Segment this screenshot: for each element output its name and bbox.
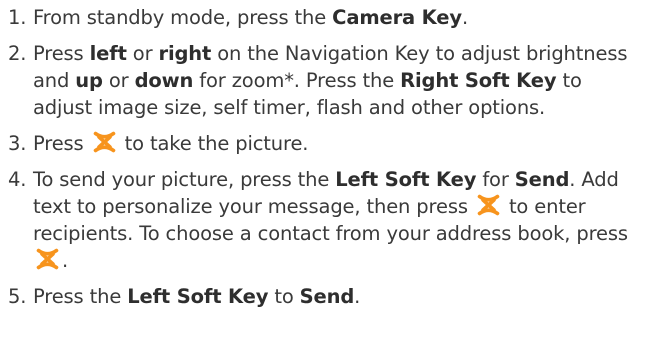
step-text: to take the picture. (118, 132, 309, 155)
step-text: for (476, 168, 515, 191)
step-number: 3. (8, 132, 27, 155)
ok-key-icon (93, 131, 116, 153)
step-3: 3. Press to take the picture. (8, 130, 646, 157)
step-text: Press (33, 132, 90, 155)
step-text: Press (33, 42, 90, 65)
step-number: 4. (8, 168, 27, 191)
step-2: 2. Press left or right on the Navigation… (8, 40, 646, 121)
key-direction: down (134, 69, 194, 92)
step-4: 4. To send your picture, press the Left … (8, 166, 646, 274)
step-number: 2. (8, 42, 27, 65)
action-name: Send (514, 168, 570, 191)
key-direction: up (75, 69, 103, 92)
step-text: . (354, 285, 361, 308)
step-number: 1. (8, 6, 27, 29)
step-text: Press the (33, 285, 128, 308)
key-name: Left Soft Key (127, 285, 269, 308)
key-name: Right Soft Key (400, 69, 557, 92)
step-text: to (268, 285, 300, 308)
step-text: or (126, 42, 159, 65)
step-text: for zoom*. Press the (193, 69, 401, 92)
action-name: Send (299, 285, 355, 308)
step-text: . (62, 249, 69, 272)
step-text: To send your picture, press the (33, 168, 336, 191)
key-direction: left (89, 42, 127, 65)
step-number: 5. (8, 285, 27, 308)
key-name: Left Soft Key (335, 168, 477, 191)
step-1: 1. From standby mode, press the Camera K… (8, 4, 646, 31)
step-5: 5. Press the Left Soft Key to Send. (8, 283, 646, 310)
key-direction: right (158, 42, 212, 65)
step-text: From standby mode, press the (33, 6, 333, 29)
step-text: or (102, 69, 135, 92)
key-name: Camera Key (332, 6, 462, 29)
instructions-page: 1. From standby mode, press the Camera K… (0, 0, 646, 344)
ok-key-icon (36, 248, 59, 270)
ok-key-icon (477, 194, 500, 216)
step-text: . (461, 6, 469, 29)
steps-list: 1. From standby mode, press the Camera K… (8, 4, 646, 310)
